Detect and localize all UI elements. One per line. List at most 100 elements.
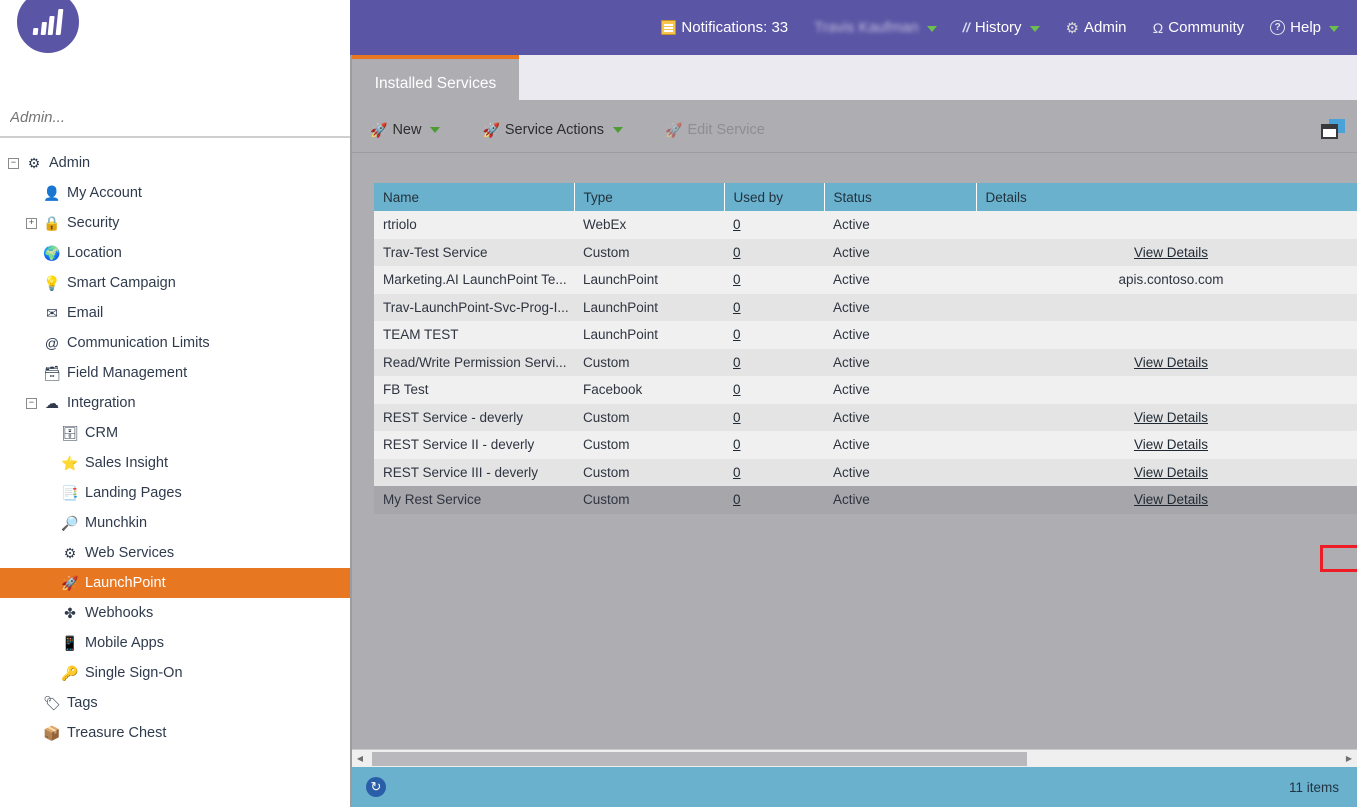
table-row[interactable]: REST Service III - deverly Custom 0 Active V… — [374, 458, 1357, 486]
sidebar-search[interactable] — [0, 98, 350, 138]
sidebar-item-label: Field Management — [67, 365, 188, 381]
table-row[interactable]: Trav-LaunchPoint-Svc-Prog-I... LaunchPoin… — [374, 293, 1357, 321]
refresh-icon[interactable]: ↻ — [366, 777, 386, 797]
view-details-link[interactable]: View Details — [1134, 465, 1208, 480]
service-actions-button[interactable]: 🚀 Service Actions — [482, 121, 624, 139]
sidebar-item-tags[interactable]: 🏷 Tags — [0, 688, 350, 718]
tab-installed-services[interactable]: Installed Services — [352, 55, 519, 108]
service-actions-label: Service Actions — [504, 122, 605, 138]
cell-type: LaunchPoint — [574, 266, 724, 294]
used-by-link[interactable]: 0 — [733, 217, 741, 232]
sidebar-item-mobile-apps[interactable]: 📱 Mobile Apps — [0, 628, 350, 658]
sidebar-item-communication-limits[interactable]: @ Communication Limits — [0, 328, 350, 358]
sidebar-item-smart-campaign[interactable]: 💡 Smart Campaign — [0, 268, 350, 298]
sidebar-item-launchpoint[interactable]: 🚀 LaunchPoint — [0, 568, 350, 598]
cell-details — [976, 211, 1357, 239]
sidebar-item-munchkin[interactable]: 🔎 Munchkin — [0, 508, 350, 538]
rocket-icon: 🚀 — [482, 121, 500, 138]
main-content: Installed Services 🚀 New 🚀 Service Actio… — [352, 55, 1357, 807]
scrollbar-track[interactable] — [368, 750, 1341, 768]
cell-name: Marketing.AI LaunchPoint Te... — [374, 266, 574, 294]
nav-admin[interactable]: ⚙ Admin — [1066, 19, 1127, 37]
table-row[interactable]: Marketing.AI LaunchPoint Te... LaunchPoin… — [374, 266, 1357, 294]
nav-history[interactable]: // History — [963, 19, 1040, 36]
cell-used-by: 0 — [724, 348, 824, 376]
lock-icon: 🔒 — [43, 214, 61, 231]
used-by-link[interactable]: 0 — [733, 245, 741, 260]
table-row[interactable]: TEAM TEST LaunchPoint 0 Active — [374, 321, 1357, 349]
used-by-link[interactable]: 0 — [733, 437, 741, 452]
cell-name: Read/Write Permission Servi... — [374, 348, 574, 376]
view-details-link[interactable]: View Details — [1134, 410, 1208, 425]
scroll-left-arrow-icon[interactable]: ◀ — [352, 750, 368, 768]
sidebar-item-single-sign-on[interactable]: 🔑 Single Sign-On — [0, 658, 350, 688]
nav-community[interactable]: Ω Community — [1153, 19, 1245, 36]
horizontal-scrollbar[interactable]: ◀ ▶ — [352, 749, 1357, 767]
sidebar-item-crm[interactable]: 🗄 CRM — [0, 418, 350, 448]
cell-name-value: Trav-Test Service — [383, 244, 488, 260]
panel-toggle-icon[interactable] — [1321, 119, 1345, 139]
sidebar-item-web-services[interactable]: ⚙ Web Services — [0, 538, 350, 568]
sidebar-item-sales-insight[interactable]: ⭐ Sales Insight — [0, 448, 350, 478]
nav-notifications[interactable]: Notifications: 33 — [661, 19, 788, 36]
sidebar-item-admin[interactable]: − ⚙ Admin — [0, 148, 350, 178]
sidebar-item-field-management[interactable]: 🗃 Field Management — [0, 358, 350, 388]
column-header-name[interactable]: Name — [374, 183, 575, 211]
table-row[interactable]: REST Service II - deverly Custom 0 Active Vi… — [374, 431, 1357, 459]
sidebar-item-security[interactable]: + 🔒 Security — [0, 208, 350, 238]
table-row[interactable]: REST Service - deverly Custom 0 Active View … — [374, 403, 1357, 431]
used-by-link[interactable]: 0 — [733, 492, 741, 507]
used-by-link[interactable]: 0 — [733, 465, 741, 480]
sidebar-item-email[interactable]: ✉ Email — [0, 298, 350, 328]
used-by-link[interactable]: 0 — [733, 327, 741, 342]
tree-toggle-plus-icon[interactable]: + — [26, 217, 37, 229]
sidebar-item-treasure-chest[interactable]: 📦 Treasure Chest — [0, 718, 350, 748]
scroll-right-arrow-icon[interactable]: ▶ — [1341, 750, 1357, 768]
table-row[interactable]: FB Test Facebook 0 Active — [374, 376, 1357, 404]
cell-used-by: 0 — [724, 376, 824, 404]
used-by-link[interactable]: 0 — [733, 272, 741, 287]
cell-type-value: Custom — [583, 244, 630, 260]
view-details-link[interactable]: View Details — [1134, 492, 1208, 507]
scrollbar-thumb[interactable] — [372, 751, 1027, 766]
cell-details — [976, 293, 1357, 321]
cell-status-value: Active — [833, 464, 870, 480]
column-header-details[interactable]: Details — [976, 183, 1357, 211]
sidebar-item-webhooks[interactable]: ✤ Webhooks — [0, 598, 350, 628]
sidebar-item-location[interactable]: 🌍 Location — [0, 238, 350, 268]
column-header-type[interactable]: Type — [574, 183, 725, 211]
sidebar-item-landing-pages[interactable]: 📑 Landing Pages — [0, 478, 350, 508]
nav-help[interactable]: ? Help — [1270, 19, 1339, 36]
column-header-status[interactable]: Status — [824, 183, 977, 211]
footprints-icon: // — [962, 20, 970, 35]
view-details-link[interactable]: View Details — [1134, 437, 1208, 452]
column-header-used-by[interactable]: Used by — [724, 183, 825, 211]
used-by-link[interactable]: 0 — [733, 382, 741, 397]
sidebar-item-label: CRM — [85, 425, 119, 441]
tree-toggle-minus-icon[interactable]: − — [26, 397, 37, 409]
used-by-link[interactable]: 0 — [733, 410, 741, 425]
sidebar-item-integration[interactable]: − ☁ Integration — [0, 388, 350, 418]
cell-details: View Details — [976, 431, 1357, 459]
cell-details — [976, 376, 1357, 404]
used-by-link[interactable]: 0 — [733, 355, 741, 370]
sidebar-item-label: Tags — [67, 695, 98, 711]
marketo-logo-icon[interactable] — [13, 0, 83, 57]
table-row[interactable]: rtriolo WebEx 0 Active — [374, 211, 1357, 239]
nav-user-menu[interactable]: Travis Kaufman — [814, 19, 937, 36]
tree-toggle-minus-icon[interactable]: − — [8, 157, 19, 169]
search-input[interactable] — [10, 108, 330, 126]
table-row[interactable]: Read/Write Permission Servi... Custom 0 Act… — [374, 348, 1357, 376]
used-by-link[interactable]: 0 — [733, 300, 741, 315]
view-details-link[interactable]: View Details — [1134, 355, 1208, 370]
new-button[interactable]: 🚀 New — [370, 122, 441, 139]
sidebar-item-label: Munchkin — [85, 515, 148, 531]
view-details-link[interactable]: View Details — [1134, 245, 1208, 260]
sidebar-item-my-account[interactable]: 👤 My Account — [0, 178, 350, 208]
table-row[interactable]: Trav-Test Service Custom 0 Active View Detai… — [374, 238, 1357, 266]
table-row[interactable]: My Rest Service Custom 0 Active View Details — [374, 486, 1357, 514]
